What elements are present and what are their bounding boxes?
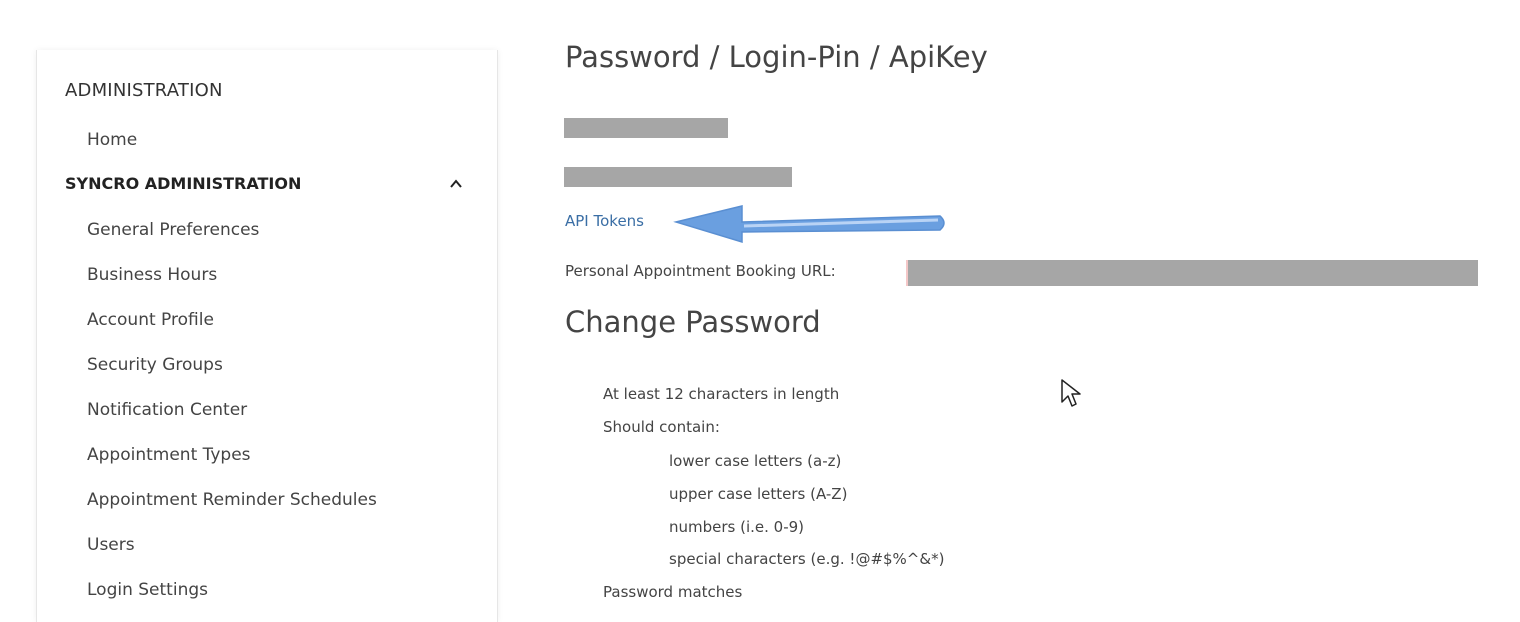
booking-url-label: Personal Appointment Booking URL: [565, 262, 836, 280]
mouse-cursor-icon [1061, 379, 1081, 407]
sidebar-item-appointment-types[interactable]: Appointment Types [87, 445, 251, 465]
sidebar-item-notification-center[interactable]: Notification Center [87, 400, 247, 420]
req-password-matches: Password matches [603, 583, 743, 601]
redacted-field-2 [564, 167, 792, 187]
sidebar-item-appointment-reminder-schedules[interactable]: Appointment Reminder Schedules [87, 490, 377, 510]
req-numbers: numbers (i.e. 0-9) [669, 518, 805, 536]
sidebar-item-business-hours[interactable]: Business Hours [87, 265, 217, 285]
syncro-administration-section-toggle[interactable]: SYNCRO ADMINISTRATION [65, 174, 465, 196]
sidebar-item-login-settings[interactable]: Login Settings [87, 580, 208, 600]
booking-url-field [906, 260, 1478, 286]
sidebar-item-account-profile[interactable]: Account Profile [87, 310, 214, 330]
page-title: Password / Login-Pin / ApiKey [565, 40, 988, 74]
api-tokens-link[interactable]: API Tokens [565, 212, 644, 230]
sidebar-item-security-groups[interactable]: Security Groups [87, 355, 223, 375]
section-title: SYNCRO ADMINISTRATION [65, 174, 302, 193]
req-lowercase: lower case letters (a-z) [669, 452, 842, 470]
sidebar-item-general-preferences[interactable]: General Preferences [87, 220, 259, 240]
sidebar: ADMINISTRATION Home SYNCRO ADMINISTRATIO… [36, 50, 498, 622]
sidebar-item-home[interactable]: Home [87, 130, 137, 150]
page: ADMINISTRATION Home SYNCRO ADMINISTRATIO… [0, 0, 1520, 622]
arrow-left-icon [673, 205, 945, 244]
redacted-field-1 [564, 118, 728, 138]
req-uppercase: upper case letters (A-Z) [669, 485, 848, 503]
req-length: At least 12 characters in length [603, 385, 840, 403]
sidebar-item-users[interactable]: Users [87, 535, 135, 555]
chevron-up-icon [450, 179, 462, 188]
req-should-contain: Should contain: [603, 418, 720, 436]
sidebar-header: ADMINISTRATION [65, 80, 223, 101]
req-special: special characters (e.g. !@#$%^&*) [669, 550, 945, 568]
change-password-title: Change Password [565, 305, 821, 339]
